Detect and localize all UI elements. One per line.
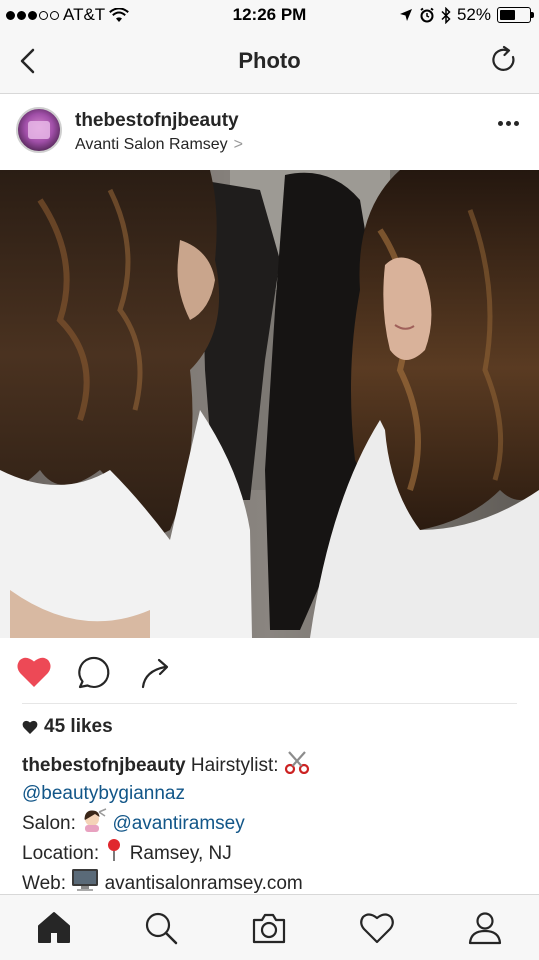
haircut-emoji-icon bbox=[84, 808, 107, 832]
caption-salon-label: Salon: bbox=[22, 813, 76, 834]
profile-icon[interactable] bbox=[467, 911, 503, 945]
battery-icon bbox=[497, 7, 534, 23]
carrier-label: AT&T bbox=[63, 5, 106, 24]
bluetooth-icon bbox=[441, 6, 451, 24]
comment-icon[interactable] bbox=[75, 654, 113, 690]
avatar[interactable] bbox=[16, 107, 62, 153]
status-left: AT&T bbox=[6, 5, 130, 25]
status-right: 52% bbox=[399, 5, 534, 25]
caption-hairstylist-label: Hairstylist: bbox=[190, 755, 279, 776]
search-icon[interactable] bbox=[143, 911, 179, 945]
caption-location-value: Ramsey, NJ bbox=[129, 843, 232, 864]
pushpin-icon bbox=[108, 839, 121, 861]
caption-location-label: Location: bbox=[22, 843, 100, 864]
navigation-bar: Photo bbox=[0, 30, 539, 94]
likes-label: 45 likes bbox=[44, 716, 113, 737]
location-arrow-icon bbox=[399, 9, 412, 21]
signal-strength-icon bbox=[6, 10, 59, 20]
battery-percent: 52% bbox=[456, 5, 491, 24]
heart-small-icon bbox=[22, 720, 38, 734]
post-photo[interactable] bbox=[0, 170, 539, 638]
mention-avantiramsey[interactable]: @avantiramsey bbox=[112, 813, 244, 834]
battery-level bbox=[500, 10, 515, 20]
post-username[interactable]: thebestofnjbeauty bbox=[75, 110, 239, 132]
post-location-label: Avanti Salon Ramsey bbox=[75, 136, 228, 153]
home-icon[interactable] bbox=[36, 911, 72, 945]
photo-image bbox=[0, 170, 539, 638]
computer-icon bbox=[72, 869, 99, 891]
scissors-icon bbox=[284, 751, 309, 774]
caption-web-label: Web: bbox=[22, 873, 67, 894]
tab-bar bbox=[0, 894, 539, 960]
caption-line-1: thebestofnjbeauty Hairstylist: bbox=[22, 750, 522, 780]
caption-web-value[interactable]: avantisalonramsey.com bbox=[105, 873, 303, 894]
heart-icon[interactable] bbox=[359, 911, 395, 945]
post-location[interactable]: Avanti Salon Ramsey > bbox=[75, 136, 243, 154]
actions-divider bbox=[22, 703, 517, 704]
back-icon[interactable] bbox=[14, 46, 44, 76]
status-bar: AT&T 12:26 PM 52% bbox=[0, 0, 539, 30]
post-caption: thebestofnjbeauty Hairstylist: @beautyby… bbox=[22, 750, 522, 898]
refresh-icon[interactable] bbox=[489, 45, 519, 75]
chevron-right-icon: > bbox=[233, 136, 244, 153]
caption-line-2: @beautybygiannaz bbox=[22, 780, 522, 808]
more-options-icon[interactable] bbox=[498, 121, 519, 126]
share-icon[interactable] bbox=[137, 654, 175, 690]
alarm-icon bbox=[420, 7, 434, 23]
post-header: thebestofnjbeauty Avanti Salon Ramsey > bbox=[0, 95, 539, 170]
caption-line-4: Location: Ramsey, NJ bbox=[22, 838, 522, 868]
caption-username[interactable]: thebestofnjbeauty bbox=[22, 755, 186, 776]
wifi-icon bbox=[109, 7, 130, 22]
like-heart-icon[interactable] bbox=[15, 654, 53, 690]
camera-icon[interactable] bbox=[251, 911, 287, 945]
mention-beautybygiannaz[interactable]: @beautybygiannaz bbox=[22, 783, 185, 804]
post-actions bbox=[0, 638, 539, 704]
caption-line-3: Salon: @avantiramsey bbox=[22, 808, 522, 838]
page-title: Photo bbox=[238, 48, 301, 73]
avatar-logo bbox=[28, 121, 50, 139]
likes-count[interactable]: 45 likes bbox=[22, 716, 113, 738]
